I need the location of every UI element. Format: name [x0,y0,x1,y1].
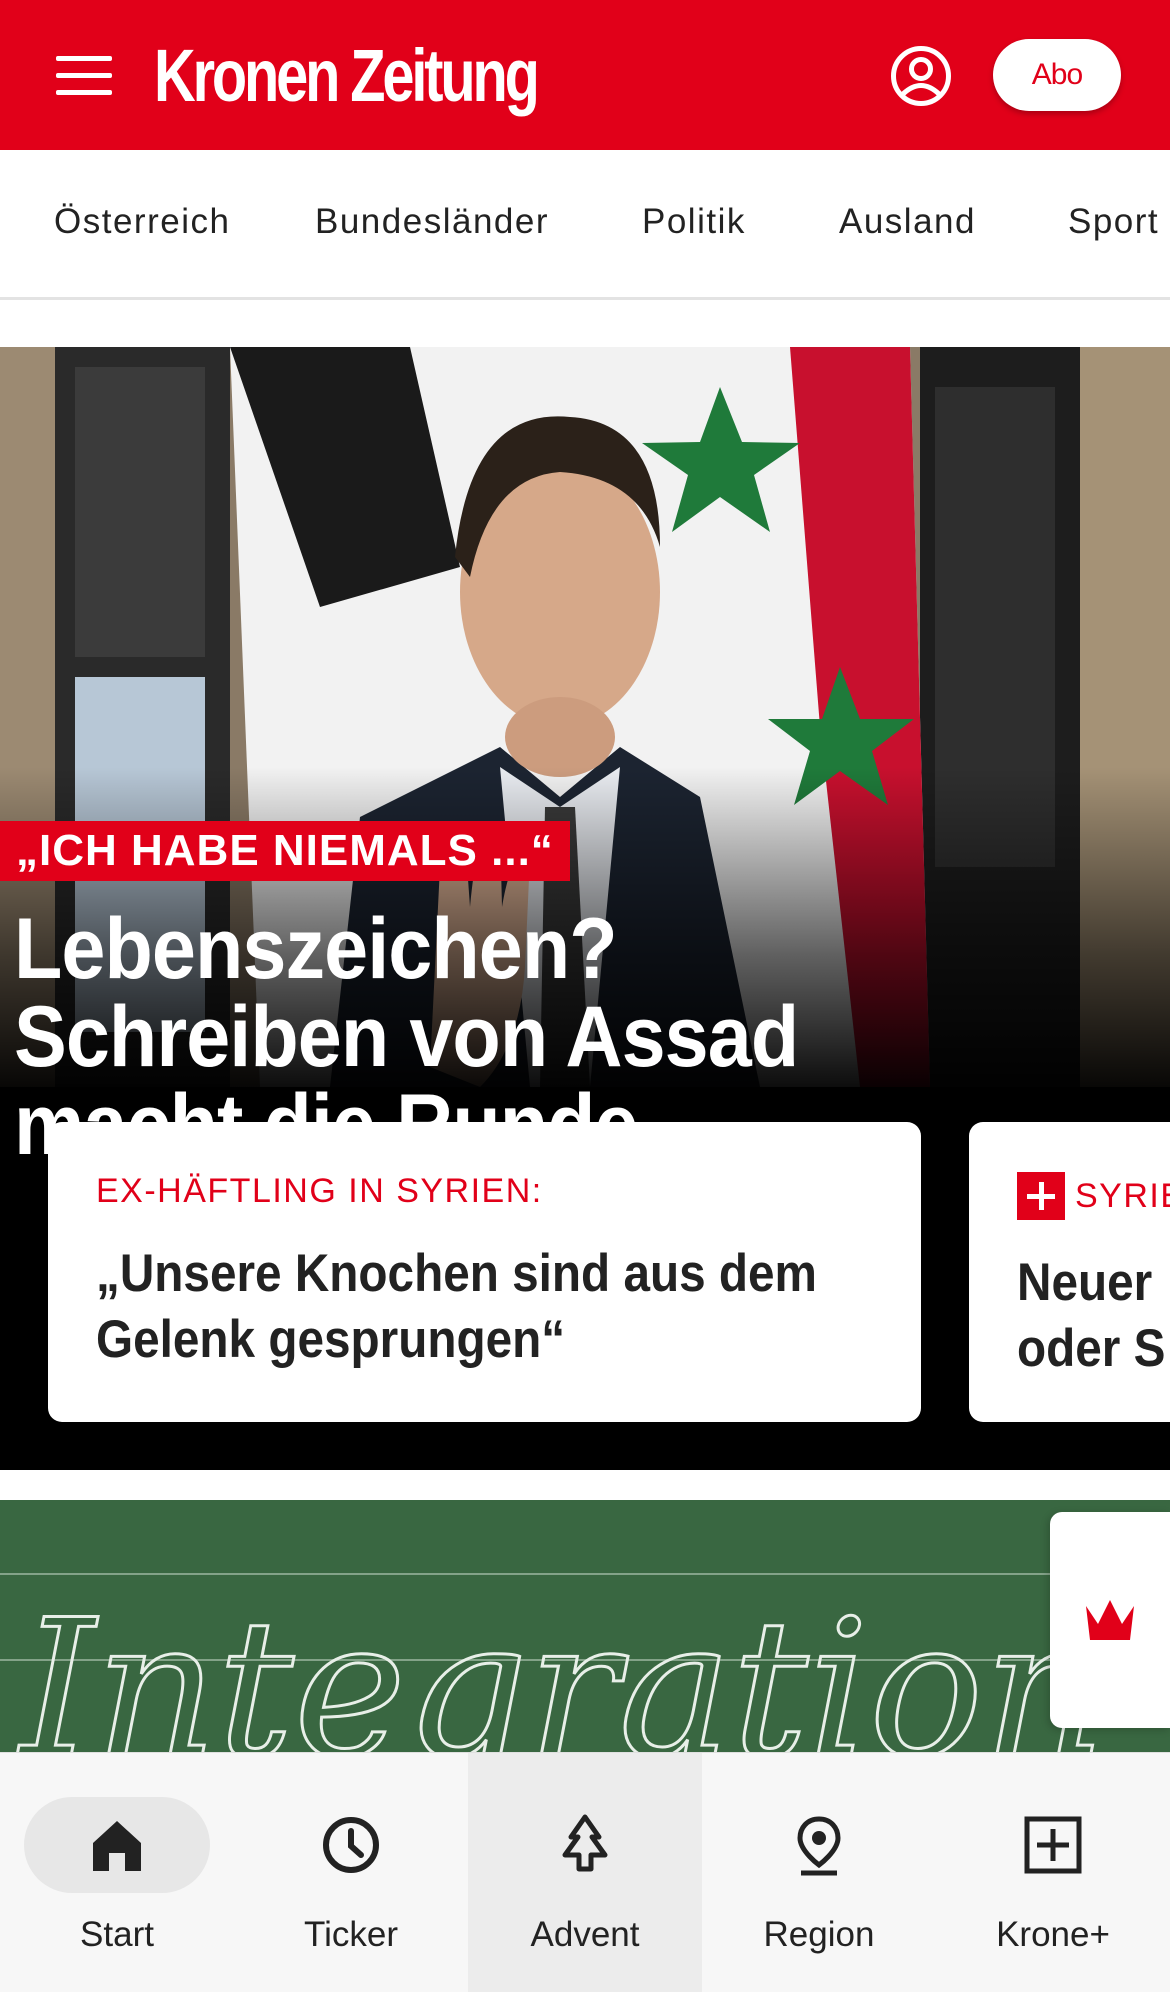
bottom-navigation: Start Ticker Advent Region Krone+ [0,1752,1170,1992]
tab-label: Advent [530,1915,640,1954]
hero-kicker: „ICH HABE NIEMALS ...“ [0,821,570,881]
kronen-zeitung-logo[interactable]: Kronen Zeitung [154,36,540,116]
hero-story[interactable]: „ICH HABE NIEMALS ...“ Lebenszeichen? Sc… [0,347,1170,1470]
card-kicker-row: SYRIE [1017,1172,1170,1220]
chalk-writing: Integration [17,1579,1106,1752]
tab-label: Region [763,1915,875,1954]
clock-icon [323,1817,379,1873]
floating-krone-button[interactable] [1050,1512,1170,1728]
nav-item-bundeslaender[interactable]: Bundesländer [315,202,549,242]
crown-icon [1086,1600,1134,1640]
tab-start[interactable]: Start [0,1753,234,1992]
nav-item-politik[interactable]: Politik [642,202,746,242]
krone-plus-icon [1017,1172,1065,1220]
card-title: „Unsere Knochen sind aus dem Gelenk gesp… [96,1244,817,1369]
related-story-card[interactable]: EX-HÄFTLING IN SYRIEN: „Unsere Knochen s… [48,1122,921,1422]
home-icon [93,1821,141,1871]
tab-advent[interactable]: Advent [468,1753,702,1992]
top-header: Kronen Zeitung Abo [0,0,1170,150]
tab-label: Ticker [304,1915,398,1954]
nav-item-sport[interactable]: Sport [1068,202,1159,242]
user-account-icon[interactable] [890,45,952,107]
chalkboard-image: Integration [0,1500,1170,1752]
tree-icon [562,1814,608,1872]
nav-item-ausland[interactable]: Ausland [839,202,976,242]
card-title: Neuer oder S [1017,1253,1166,1378]
abo-button[interactable]: Abo [993,39,1121,111]
tab-ticker[interactable]: Ticker [234,1753,468,1992]
category-nav: Österreich Bundesländer Politik Ausland … [0,150,1170,300]
nav-item-oesterreich[interactable]: Österreich [54,202,230,242]
tab-krone-plus[interactable]: Krone+ [936,1753,1170,1992]
tab-label: Krone+ [996,1915,1110,1954]
related-story-card[interactable]: SYRIE Neuer oder S [969,1122,1170,1422]
location-pin-icon [797,1816,841,1876]
hamburger-menu-icon[interactable] [56,56,112,96]
card-kicker: EX-HÄFTLING IN SYRIEN: [96,1172,543,1210]
tab-region[interactable]: Region [702,1753,936,1992]
tab-label: Start [80,1915,154,1954]
card-kicker: SYRIE [1075,1176,1170,1215]
plus-box-icon [1024,1816,1082,1874]
second-story-image[interactable]: Integration [0,1500,1170,1752]
